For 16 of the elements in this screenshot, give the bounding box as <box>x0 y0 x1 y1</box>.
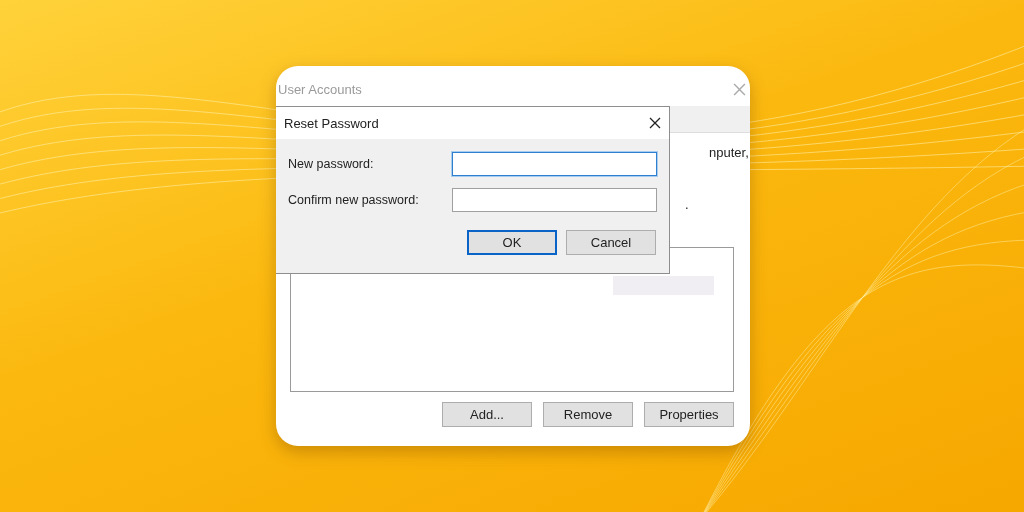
field-label: Confirm new password: <box>288 193 420 207</box>
password-field[interactable] <box>452 152 657 176</box>
close-button[interactable] <box>647 115 663 131</box>
body-text: nputer, <box>709 145 749 160</box>
dialog-button[interactable]: OK <box>467 230 557 255</box>
close-icon <box>733 82 746 96</box>
dialog-title: Reset Password <box>284 115 379 131</box>
window-button[interactable]: Remove <box>543 402 633 427</box>
password-field[interactable] <box>452 188 657 212</box>
body-text: . <box>685 197 689 212</box>
window-button[interactable]: Add... <box>442 402 532 427</box>
dialog-button[interactable]: Cancel <box>566 230 656 255</box>
window-button[interactable]: Properties <box>644 402 734 427</box>
window-title: User Accounts <box>278 81 362 97</box>
field-label: New password: <box>288 157 375 171</box>
close-icon <box>649 117 661 129</box>
